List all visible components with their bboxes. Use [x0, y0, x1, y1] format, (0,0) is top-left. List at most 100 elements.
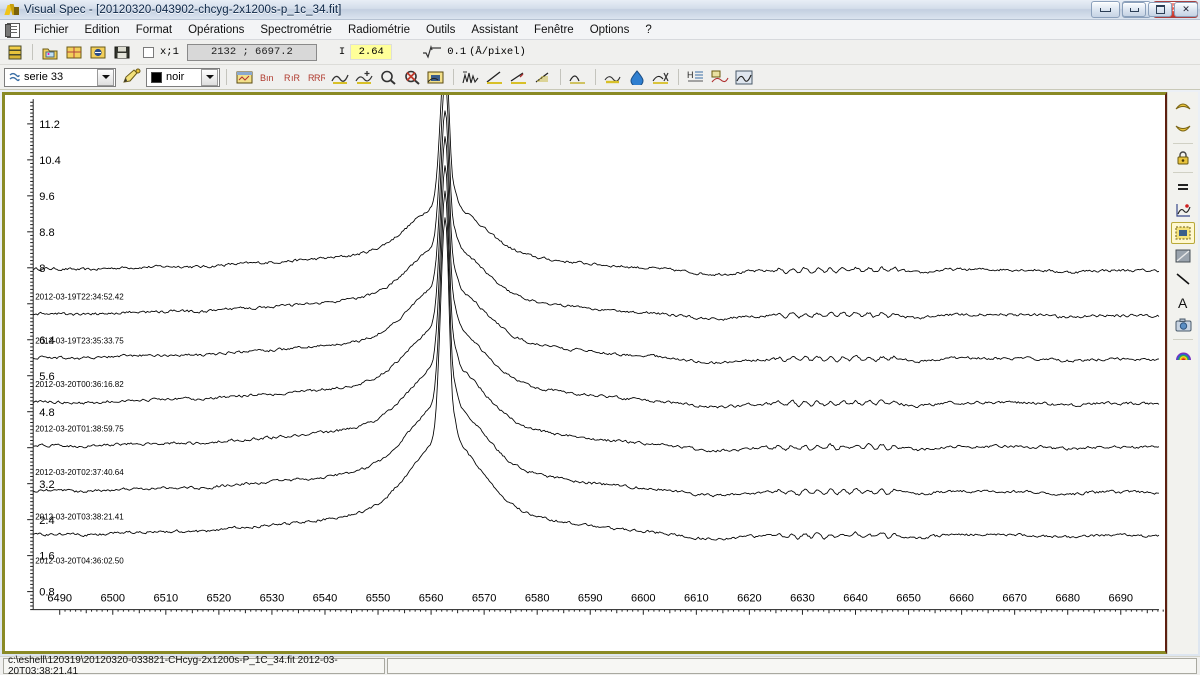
- menu-help[interactable]: ?: [637, 22, 659, 38]
- equal-icon[interactable]: [1171, 176, 1195, 198]
- x-tick-label: 6670: [1002, 592, 1027, 604]
- series-select-chevron-down-icon[interactable]: [97, 68, 114, 86]
- series-timestamp-label: 2012-03-20T02:37:40.64: [35, 468, 124, 477]
- svg-text:R: R: [284, 73, 291, 83]
- spectrum-trace[interactable]: [33, 110, 1159, 365]
- menu-fenetre[interactable]: Fenêtre: [526, 22, 582, 38]
- svg-text:RR: RR: [314, 73, 325, 83]
- y-tick-label: 8.8: [39, 227, 54, 239]
- series-select[interactable]: serie 33: [4, 67, 116, 87]
- spectrum-trace[interactable]: [33, 95, 1160, 321]
- normalize-icon[interactable]: [508, 67, 530, 88]
- menu-outils[interactable]: Outils: [418, 22, 463, 38]
- bin2-icon[interactable]: RıR: [281, 67, 303, 88]
- x-tick-label: 6690: [1108, 592, 1133, 604]
- image-profile-icon[interactable]: [425, 67, 447, 88]
- replace-profile-icon[interactable]: [233, 67, 255, 88]
- series-timestamp-label: 2012-03-19T22:34:52.42: [35, 292, 124, 301]
- menu-options[interactable]: Options: [582, 22, 638, 38]
- lock-icon[interactable]: [1171, 147, 1195, 169]
- water-icon[interactable]: [626, 67, 648, 88]
- minimize-button[interactable]: [1091, 1, 1120, 18]
- color-swatch: [151, 71, 162, 83]
- series-icon: [9, 72, 20, 82]
- header-icon[interactable]: H: [685, 67, 707, 88]
- x-tick-label: 6590: [578, 592, 603, 604]
- x-tick-label: 6560: [419, 592, 444, 604]
- plot-frame[interactable]: 0.8 1.6 2.4 3.2 4.8 5.6 6.4 8 8.8 9.6 10.4 11.2 6490…: [2, 92, 1167, 654]
- spectrum-trace[interactable]: [32, 190, 1159, 498]
- x-tick-label: 6640: [843, 592, 868, 604]
- scroll-up-icon[interactable]: [1171, 95, 1195, 117]
- color-select[interactable]: noir: [146, 67, 220, 87]
- menu-fichier[interactable]: Fichier: [26, 22, 77, 38]
- bin1-icon[interactable]: Bın: [257, 67, 279, 88]
- scroll-down-icon[interactable]: [1171, 118, 1195, 140]
- status-bar: c:\eshell\120319\20120320-033821-CHcyg-2…: [0, 655, 1200, 677]
- open-profile-icon[interactable]: [63, 42, 85, 63]
- color-select-chevron-down-icon[interactable]: [201, 68, 218, 86]
- split-spectrum-icon[interactable]: [460, 67, 482, 88]
- mdi-restore-button[interactable]: [1148, 2, 1172, 17]
- x-tick-label: 6520: [207, 592, 232, 604]
- zoom-icon[interactable]: [377, 67, 399, 88]
- coordinate-field[interactable]: 2132 ; 6697.2: [186, 43, 317, 61]
- x-tick-label: 6500: [100, 592, 125, 604]
- continuum-icon[interactable]: [484, 67, 506, 88]
- baseline-icon[interactable]: [602, 67, 624, 88]
- divide-icon[interactable]: [650, 67, 672, 88]
- menu-spectrometrie[interactable]: Spectrométrie: [252, 22, 340, 38]
- svg-text:ıR: ıR: [291, 73, 301, 83]
- window-title: Visual Spec - [20120320-043902-chcyg-2x1…: [24, 3, 342, 16]
- bin3-icon[interactable]: R RR: [305, 67, 327, 88]
- x-tick-label: 6630: [790, 592, 815, 604]
- add-profile-icon[interactable]: [353, 67, 375, 88]
- open-binary-icon[interactable]: [87, 42, 109, 63]
- intensity-label: I: [338, 46, 346, 58]
- menu-format[interactable]: Format: [128, 22, 180, 38]
- x-tick-label: 6540: [313, 592, 338, 604]
- curve-marker-icon[interactable]: [1171, 199, 1195, 221]
- x-tick-label: 6490: [47, 592, 72, 604]
- x-tick-label: 6660: [949, 592, 974, 604]
- slope-icon[interactable]: [532, 67, 554, 88]
- toolbar-secondary: serie 33 noir Bın RıR R RR H: [0, 65, 1200, 90]
- menu-radiometrie[interactable]: Radiométrie: [340, 22, 418, 38]
- x1-checkbox[interactable]: [143, 46, 154, 58]
- text-tool-icon[interactable]: A: [1171, 291, 1195, 313]
- atlas-icon[interactable]: [733, 67, 755, 88]
- status-path: c:\eshell\120319\20120320-033821-CHcyg-2…: [3, 655, 385, 677]
- spectrum-trace[interactable]: [32, 95, 1160, 277]
- menu-edition[interactable]: Edition: [77, 22, 128, 38]
- y-tick-label: 9.6: [39, 191, 54, 203]
- table-icon[interactable]: [709, 67, 731, 88]
- x-tick-label: 6680: [1055, 592, 1080, 604]
- toolbar-separator-6: [678, 69, 679, 85]
- spectrum-trace[interactable]: [32, 136, 1160, 409]
- dispersion-value: 0.1: [447, 46, 467, 58]
- pen-color-icon[interactable]: [121, 68, 141, 86]
- select-region-icon[interactable]: [1171, 222, 1195, 244]
- mdi-minimize-button[interactable]: [1122, 2, 1146, 17]
- smooth-icon[interactable]: [329, 67, 351, 88]
- series-timestamp-label: 2012-03-20T01:38:59.75: [35, 424, 124, 433]
- x-tick-label: 6580: [525, 592, 550, 604]
- gauss-fit-icon[interactable]: [567, 67, 589, 88]
- open-image-icon[interactable]: [39, 42, 61, 63]
- sqrt-profile-icon: [423, 45, 442, 59]
- zoom-cancel-icon[interactable]: [401, 67, 423, 88]
- window-list-icon[interactable]: [4, 42, 26, 63]
- menu-operations[interactable]: Opérations: [180, 22, 252, 38]
- mdi-close-button[interactable]: ✕: [1174, 2, 1198, 17]
- svg-text:H: H: [687, 70, 694, 80]
- menu-assistant[interactable]: Assistant: [463, 22, 526, 38]
- gradient-icon[interactable]: [1171, 245, 1195, 267]
- toolbar-separator-2: [226, 69, 227, 85]
- toolbar-separator-1: [32, 44, 33, 60]
- line-tool-icon[interactable]: [1171, 268, 1195, 290]
- camera-icon[interactable]: [1171, 314, 1195, 336]
- right-separator-2: [1173, 172, 1193, 173]
- rainbow-icon[interactable]: [1171, 343, 1195, 365]
- spectra-plot[interactable]: 0.81.62.43.24.85.66.488.89.610.411.26490…: [5, 95, 1165, 651]
- save-icon[interactable]: [111, 42, 133, 63]
